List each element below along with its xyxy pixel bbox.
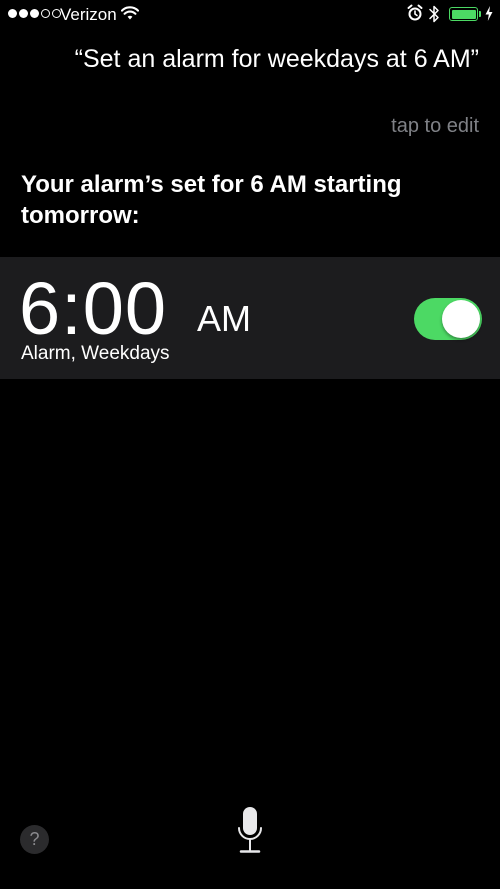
tap-to-edit-link[interactable]: tap to edit: [391, 115, 479, 138]
signal-dot: [41, 9, 50, 18]
alarm-card[interactable]: 6:00 AM Alarm, Weekdays: [0, 257, 500, 379]
alarm-enabled-toggle[interactable]: [414, 298, 482, 340]
battery-level-fill: [451, 9, 476, 19]
alarm-clock-icon: [407, 4, 423, 27]
bluetooth-icon: [428, 4, 440, 29]
signal-dot: [19, 9, 28, 18]
help-button[interactable]: ?: [20, 825, 49, 854]
microphone-icon[interactable]: [237, 806, 263, 854]
siri-response-text: Your alarm’s set for 6 AM starting tomor…: [21, 171, 402, 229]
carrier-name: Verizon: [60, 5, 117, 24]
signal-dot: [8, 9, 17, 18]
signal-strength-indicator: [8, 9, 61, 18]
wifi-icon: [120, 5, 140, 26]
alarm-period: AM: [197, 298, 251, 339]
battery-icon: [449, 7, 478, 21]
alarm-label: Alarm, Weekdays: [21, 343, 170, 364]
alarm-time: 6:00: [19, 267, 168, 350]
siri-query-text: “Set an alarm for weekdays at 6 AM”: [74, 45, 479, 73]
status-bar: Verizon: [0, 0, 500, 30]
signal-dot: [30, 9, 39, 18]
battery-tip: [479, 11, 481, 17]
toggle-knob: [442, 300, 480, 338]
charging-bolt-icon: [485, 6, 493, 26]
